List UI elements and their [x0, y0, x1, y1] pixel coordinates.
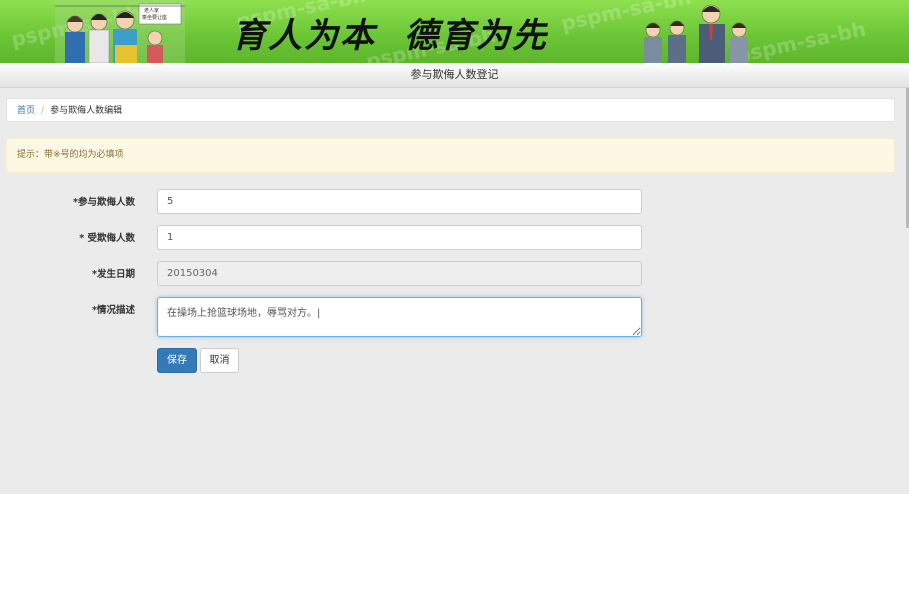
cancel-button[interactable]: 取消	[200, 348, 239, 373]
sign-text-line2: 乘坐要让座	[142, 14, 167, 21]
sign-text-line1: 老人家	[144, 7, 159, 14]
header-banner: pspm-sa-bh pspm-sa-bh pspm-sa-bh pspm-sa…	[0, 0, 909, 63]
breadcrumb-current: 参与欺侮人数编辑	[50, 106, 123, 116]
required-notice: 提示：带※号的均为必填项	[6, 138, 895, 173]
participants-label: *参与欺侮人数	[73, 197, 135, 208]
banner-slogan: 育人为本 德育为先	[232, 16, 548, 56]
teacher-students-illustration	[644, 4, 748, 63]
save-button[interactable]: 保存	[157, 348, 197, 373]
participants-input[interactable]	[157, 189, 642, 214]
date-label: *发生日期	[92, 269, 135, 280]
slogan-part1: 育人为本	[232, 16, 376, 56]
victims-input[interactable]	[157, 225, 642, 250]
date-input[interactable]	[157, 261, 642, 286]
breadcrumb-home-link[interactable]: 首页	[17, 106, 35, 116]
slogan-part2: 德育为先	[404, 16, 548, 56]
page-title: 参与欺侮人数登记	[0, 63, 909, 88]
victims-label: * 受欺侮人数	[79, 233, 135, 244]
breadcrumb: 首页 / 参与欺侮人数编辑	[6, 98, 895, 122]
breadcrumb-separator: /	[41, 106, 45, 116]
description-label: *情况描述	[92, 305, 135, 316]
cartoon-children-illustration: 老人家 乘坐要让座	[55, 0, 185, 63]
description-textarea[interactable]: 在操场上抢篮球场地，辱骂对方。|	[157, 297, 642, 337]
main-content: 首页 / 参与欺侮人数编辑 提示：带※号的均为必填项 *参与欺侮人数 * 受欺侮人数…	[0, 88, 909, 494]
